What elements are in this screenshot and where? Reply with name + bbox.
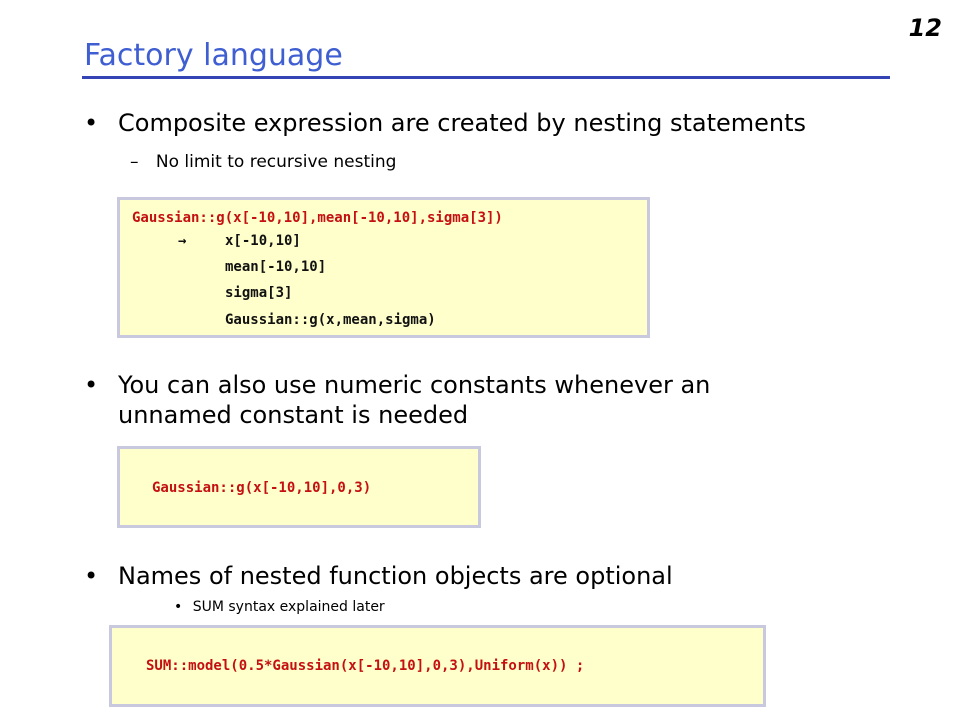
title-underline: [82, 76, 890, 79]
code-1-line-2: x[-10,10]: [225, 233, 301, 249]
code-1-line-1: Gaussian::g(x[-10,10],mean[-10,10],sigma…: [132, 210, 503, 226]
small-bullet-icon: •: [174, 599, 183, 615]
bullet-1-text: Composite expression are created by nest…: [118, 109, 807, 137]
code-3-line-1: SUM::model(0.5*Gaussian(x[-10,10],0,3),U…: [146, 658, 585, 674]
bullet-1-sub-text: No limit to recursive nesting: [155, 152, 397, 172]
code-box-2: Gaussian::g(x[-10,10],0,3): [117, 446, 481, 528]
bullet-2-text-line-1: You can also use numeric constants whene…: [118, 371, 711, 399]
code-1-line-5: Gaussian::g(x,mean,sigma): [225, 312, 436, 328]
bullet-3-text: Names of nested function objects are opt…: [118, 562, 673, 590]
code-box-3: SUM::model(0.5*Gaussian(x[-10,10],0,3),U…: [109, 625, 766, 707]
code-1-line-3: mean[-10,10]: [225, 259, 327, 275]
bullet-dot-icon: •: [84, 371, 99, 399]
slide-number: 12: [908, 14, 942, 42]
slide-title: Factory language: [84, 38, 343, 73]
bullet-3-sub: • SUM syntax explained later: [174, 599, 385, 615]
code-box-1: Gaussian::g(x[-10,10],mean[-10,10],sigma…: [117, 197, 650, 338]
bullet-dot-icon: •: [84, 109, 99, 137]
bullet-2-text-line-2: unnamed constant is needed: [118, 401, 469, 429]
dash-icon: –: [130, 152, 139, 172]
bullet-dot-icon: •: [84, 562, 99, 590]
bullet-1-sub: – No limit to recursive nesting: [130, 152, 396, 172]
arrow-right-icon: →: [178, 233, 187, 249]
bullet-3-sub-text: SUM syntax explained later: [192, 599, 385, 615]
code-1-line-4: sigma[3]: [225, 285, 293, 301]
code-2-line-1: Gaussian::g(x[-10,10],0,3): [152, 480, 372, 496]
